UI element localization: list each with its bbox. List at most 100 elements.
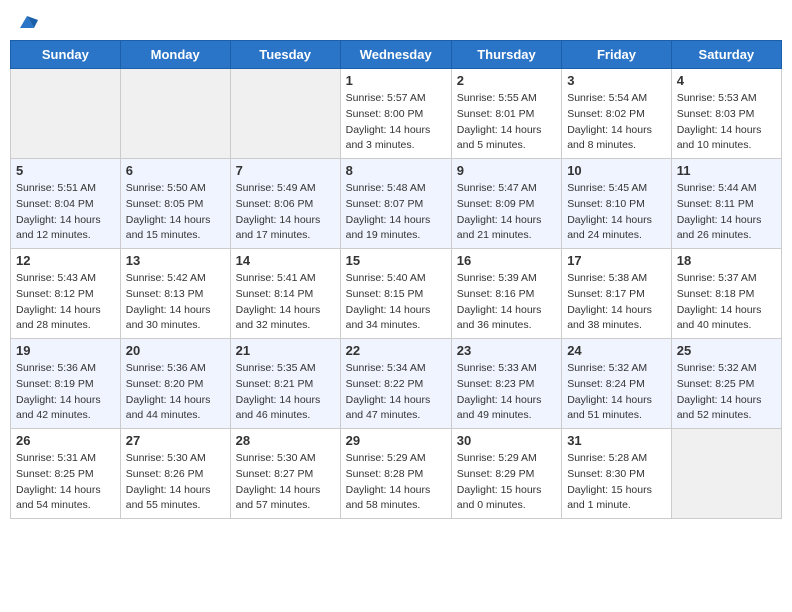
calendar-day-cell: 26Sunrise: 5:31 AMSunset: 8:25 PMDayligh… bbox=[11, 429, 121, 519]
day-number: 31 bbox=[567, 433, 666, 448]
day-info-line: Sunset: 8:26 PM bbox=[126, 467, 225, 483]
day-info: Sunrise: 5:29 AMSunset: 8:29 PMDaylight:… bbox=[457, 451, 556, 514]
calendar-day-cell: 18Sunrise: 5:37 AMSunset: 8:18 PMDayligh… bbox=[671, 249, 781, 339]
calendar-day-cell: 6Sunrise: 5:50 AMSunset: 8:05 PMDaylight… bbox=[120, 159, 230, 249]
day-info: Sunrise: 5:48 AMSunset: 8:07 PMDaylight:… bbox=[346, 181, 446, 244]
day-info-line: Daylight: 14 hours and 8 minutes. bbox=[567, 123, 666, 155]
day-number: 13 bbox=[126, 253, 225, 268]
day-info-line: Sunrise: 5:32 AM bbox=[567, 361, 666, 377]
day-of-week-header: Wednesday bbox=[340, 41, 451, 69]
calendar-body: 1Sunrise: 5:57 AMSunset: 8:00 PMDaylight… bbox=[11, 69, 782, 519]
day-info-line: Sunrise: 5:41 AM bbox=[236, 271, 335, 287]
calendar-day-cell: 4Sunrise: 5:53 AMSunset: 8:03 PMDaylight… bbox=[671, 69, 781, 159]
day-info-line: Sunset: 8:10 PM bbox=[567, 197, 666, 213]
day-info: Sunrise: 5:53 AMSunset: 8:03 PMDaylight:… bbox=[677, 91, 776, 154]
calendar-day-cell: 27Sunrise: 5:30 AMSunset: 8:26 PMDayligh… bbox=[120, 429, 230, 519]
day-info: Sunrise: 5:42 AMSunset: 8:13 PMDaylight:… bbox=[126, 271, 225, 334]
calendar-day-cell: 15Sunrise: 5:40 AMSunset: 8:15 PMDayligh… bbox=[340, 249, 451, 339]
day-info: Sunrise: 5:55 AMSunset: 8:01 PMDaylight:… bbox=[457, 91, 556, 154]
day-info-line: Sunset: 8:17 PM bbox=[567, 287, 666, 303]
calendar-day-cell bbox=[11, 69, 121, 159]
day-number: 5 bbox=[16, 163, 115, 178]
day-info-line: Sunrise: 5:39 AM bbox=[457, 271, 556, 287]
day-info-line: Sunset: 8:11 PM bbox=[677, 197, 776, 213]
day-info-line: Sunrise: 5:40 AM bbox=[346, 271, 446, 287]
day-info-line: Daylight: 14 hours and 55 minutes. bbox=[126, 483, 225, 515]
day-info-line: Sunrise: 5:51 AM bbox=[16, 181, 115, 197]
day-info-line: Sunset: 8:25 PM bbox=[16, 467, 115, 483]
calendar-table: SundayMondayTuesdayWednesdayThursdayFrid… bbox=[10, 40, 782, 519]
calendar-day-cell: 25 Sunrise: 5:32 AMSunset: 8:25 PMDayligh… bbox=[671, 339, 781, 429]
day-info-line: Sunset: 8:25 PM bbox=[677, 377, 776, 393]
day-number: 17 bbox=[567, 253, 666, 268]
day-info-line: Sunrise: 5:36 AM bbox=[16, 361, 115, 377]
day-info-line: Daylight: 14 hours and 15 minutes. bbox=[126, 213, 225, 245]
calendar-day-cell: 24Sunrise: 5:32 AMSunset: 8:24 PMDayligh… bbox=[562, 339, 672, 429]
day-info-line: Sunset: 8:02 PM bbox=[567, 107, 666, 123]
day-info-line: Daylight: 14 hours and 38 minutes. bbox=[567, 303, 666, 335]
calendar-day-cell: 5 Sunrise: 5:51 AMSunset: 8:04 PMDaylight… bbox=[11, 159, 121, 249]
day-info-line: Daylight: 14 hours and 32 minutes. bbox=[236, 303, 335, 335]
day-info-line: Sunrise: 5:30 AM bbox=[236, 451, 335, 467]
day-info-line: Sunset: 8:04 PM bbox=[16, 197, 115, 213]
day-info-line: Sunrise: 5:54 AM bbox=[567, 91, 666, 107]
day-info-line: Daylight: 14 hours and 52 minutes. bbox=[677, 393, 776, 425]
day-number: 24 bbox=[567, 343, 666, 358]
day-info-line: Sunrise: 5:48 AM bbox=[346, 181, 446, 197]
day-number: 19 bbox=[16, 343, 115, 358]
calendar-day-cell: 1Sunrise: 5:57 AMSunset: 8:00 PMDaylight… bbox=[340, 69, 451, 159]
day-info: Sunrise: 5:41 AMSunset: 8:14 PMDaylight:… bbox=[236, 271, 335, 334]
day-info-line: Sunset: 8:18 PM bbox=[677, 287, 776, 303]
calendar-week-row: 5Sunrise: 5:51 AMSunset: 8:04 PMDaylight… bbox=[11, 159, 782, 249]
day-number: 21 bbox=[236, 343, 335, 358]
day-info: Sunrise: 5:39 AMSunset: 8:16 PMDaylight:… bbox=[457, 271, 556, 334]
day-of-week-header: Saturday bbox=[671, 41, 781, 69]
day-info-line: Sunset: 8:00 PM bbox=[346, 107, 446, 123]
calendar-day-cell: 2Sunrise: 5:55 AMSunset: 8:01 PMDaylight… bbox=[451, 69, 561, 159]
day-info: Sunrise: 5:49 AMSunset: 8:06 PMDaylight:… bbox=[236, 181, 335, 244]
day-number: 23 bbox=[457, 343, 556, 358]
day-info: Sunrise: 5:57 AMSunset: 8:00 PMDaylight:… bbox=[346, 91, 446, 154]
calendar-day-cell: 13 Sunrise: 5:42 AMSunset: 8:13 PMDayligh… bbox=[120, 249, 230, 339]
day-info-line: Sunset: 8:14 PM bbox=[236, 287, 335, 303]
day-number: 25 bbox=[677, 343, 776, 358]
day-number: 30 bbox=[457, 433, 556, 448]
day-of-week-header: Tuesday bbox=[230, 41, 340, 69]
day-number: 20 bbox=[126, 343, 225, 358]
day-number: 3 bbox=[567, 73, 666, 88]
day-info-line: Sunset: 8:28 PM bbox=[346, 467, 446, 483]
day-info: Sunrise: 5:50 AMSunset: 8:05 PMDaylight:… bbox=[126, 181, 225, 244]
day-info-line: Sunset: 8:01 PM bbox=[457, 107, 556, 123]
day-info-line: Sunrise: 5:47 AM bbox=[457, 181, 556, 197]
day-info-line: Daylight: 14 hours and 28 minutes. bbox=[16, 303, 115, 335]
calendar-week-row: 26Sunrise: 5:31 AMSunset: 8:25 PMDayligh… bbox=[11, 429, 782, 519]
day-info-line: Daylight: 14 hours and 12 minutes. bbox=[16, 213, 115, 245]
logo-icon bbox=[16, 10, 38, 32]
day-info-line: Sunset: 8:23 PM bbox=[457, 377, 556, 393]
day-number: 18 bbox=[677, 253, 776, 268]
day-info-line: Daylight: 14 hours and 42 minutes. bbox=[16, 393, 115, 425]
day-info: Sunrise: 5:54 AMSunset: 8:02 PMDaylight:… bbox=[567, 91, 666, 154]
calendar-day-cell: 30 Sunrise: 5:29 AMSunset: 8:29 PMDayligh… bbox=[451, 429, 561, 519]
day-info-line: Daylight: 14 hours and 24 minutes. bbox=[567, 213, 666, 245]
day-info-line: Sunset: 8:06 PM bbox=[236, 197, 335, 213]
day-info: Sunrise: 5:51 AMSunset: 8:04 PMDaylight:… bbox=[16, 181, 115, 244]
day-info: Sunrise: 5:45 AMSunset: 8:10 PMDaylight:… bbox=[567, 181, 666, 244]
day-info-line: Sunset: 8:20 PM bbox=[126, 377, 225, 393]
day-number: 7 bbox=[236, 163, 335, 178]
day-info: Sunrise: 5:30 AMSunset: 8:27 PMDaylight:… bbox=[236, 451, 335, 514]
day-info-line: Sunrise: 5:50 AM bbox=[126, 181, 225, 197]
day-info-line: Sunrise: 5:55 AM bbox=[457, 91, 556, 107]
day-info-line: Daylight: 14 hours and 26 minutes. bbox=[677, 213, 776, 245]
day-info-line: Sunset: 8:19 PM bbox=[16, 377, 115, 393]
day-info-line: Sunrise: 5:28 AM bbox=[567, 451, 666, 467]
day-info-line: Sunrise: 5:57 AM bbox=[346, 91, 446, 107]
day-info: Sunrise: 5:33 AMSunset: 8:23 PMDaylight:… bbox=[457, 361, 556, 424]
day-info-line: Daylight: 14 hours and 46 minutes. bbox=[236, 393, 335, 425]
calendar-day-cell bbox=[671, 429, 781, 519]
day-info-line: Sunrise: 5:33 AM bbox=[457, 361, 556, 377]
day-of-week-header: Sunday bbox=[11, 41, 121, 69]
day-info: Sunrise: 5:28 AMSunset: 8:30 PMDaylight:… bbox=[567, 451, 666, 514]
day-info-line: Sunrise: 5:29 AM bbox=[457, 451, 556, 467]
day-info: Sunrise: 5:32 AMSunset: 8:25 PMDaylight:… bbox=[677, 361, 776, 424]
